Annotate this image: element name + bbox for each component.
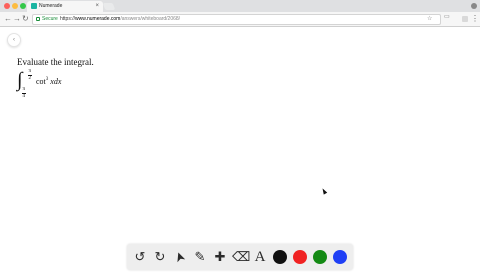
- integrand: cot3 xdx: [36, 77, 62, 86]
- url-text[interactable]: https://www.numerade.com/answers/whitebo…: [60, 16, 180, 23]
- browser-toolbar: ← → ↻ Secure https://www.numerade.com/an…: [0, 12, 480, 27]
- question-text: Evaluate the integral.: [17, 57, 94, 67]
- undo-icon[interactable]: ↺: [132, 249, 148, 265]
- browser-tab[interactable]: Numerade ×: [27, 1, 103, 12]
- new-tab-button[interactable]: [102, 3, 116, 10]
- eraser-icon[interactable]: ⌫: [232, 249, 250, 265]
- window-maximize-button[interactable]: [20, 3, 26, 9]
- browser-menu-icon[interactable]: ⋮: [471, 14, 479, 24]
- upper-limit: π 2: [28, 69, 32, 81]
- whiteboard-toolbar: ↺ ↻ ➤ ✎ ✚ ⌫ A: [127, 244, 353, 270]
- color-green-swatch[interactable]: [313, 250, 327, 264]
- color-red-swatch[interactable]: [293, 250, 307, 264]
- mouse-cursor-icon: [320, 187, 328, 195]
- secure-label: Secure: [42, 16, 58, 22]
- cast-icon[interactable]: ▭: [444, 14, 450, 21]
- color-blue-swatch[interactable]: [333, 250, 347, 264]
- browser-tab-bar: Numerade ×: [0, 0, 480, 12]
- forward-nav-button[interactable]: →: [13, 14, 21, 24]
- previous-button[interactable]: ‹: [7, 33, 21, 47]
- back-nav-button[interactable]: ←: [4, 14, 12, 24]
- reload-button[interactable]: ↻: [22, 14, 29, 24]
- text-icon[interactable]: A: [252, 249, 268, 265]
- pointer-icon[interactable]: ➤: [170, 247, 191, 268]
- add-icon[interactable]: ✚: [212, 249, 228, 265]
- lower-limit: π 4: [22, 87, 26, 99]
- numerade-favicon-icon: [31, 3, 37, 9]
- window-close-button[interactable]: [4, 3, 10, 9]
- extension-icon[interactable]: [462, 16, 468, 22]
- bookmark-star-icon[interactable]: ☆: [427, 16, 432, 23]
- tab-title: Numerade: [39, 3, 63, 9]
- profile-icon[interactable]: [471, 3, 477, 9]
- pencil-icon[interactable]: ✎: [192, 249, 208, 265]
- color-black-swatch[interactable]: [273, 250, 287, 264]
- lock-icon: [36, 17, 40, 21]
- integral-expression: ∫ π 2 π 4 cot3 xdx: [17, 68, 87, 100]
- redo-icon[interactable]: ↻: [152, 249, 168, 265]
- address-bar[interactable]: Secure https://www.numerade.com/answers/…: [32, 14, 441, 25]
- tab-close-icon[interactable]: ×: [95, 3, 99, 10]
- window-minimize-button[interactable]: [12, 3, 18, 9]
